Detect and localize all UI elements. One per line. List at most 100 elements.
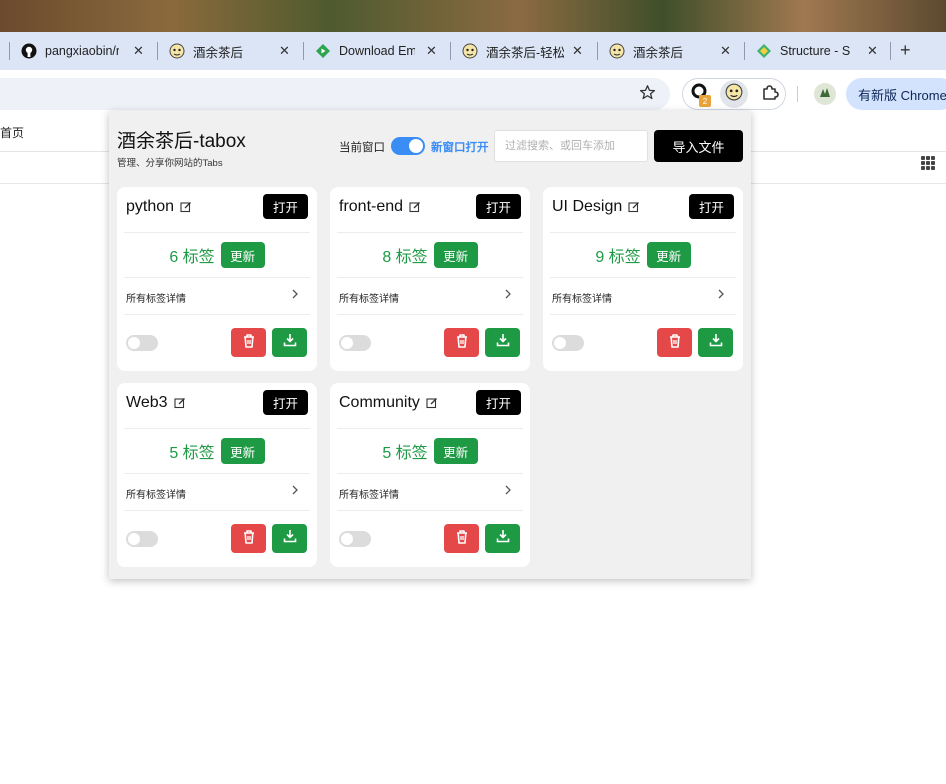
github-icon (21, 43, 37, 59)
update-group-button[interactable]: 更新 (433, 438, 478, 464)
toggle-knob (341, 533, 353, 545)
tab-separator (9, 42, 10, 60)
trash-icon (668, 333, 682, 353)
tab-details-link[interactable]: 所有标签详情 (339, 486, 515, 501)
delete-group-button[interactable] (444, 524, 479, 553)
group-card-web3: Web3 打开 5 标签 更新 所有标签详情 (117, 383, 317, 567)
group-toggle[interactable] (552, 335, 584, 351)
address-bar[interactable] (0, 78, 670, 110)
profile-avatar[interactable] (814, 83, 836, 105)
download-icon (283, 333, 297, 352)
group-toggle[interactable] (126, 531, 158, 547)
download-group-button[interactable] (485, 328, 520, 357)
open-group-button[interactable]: 打开 (476, 390, 521, 415)
tab-tabox-1[interactable]: 酒余茶后 ✕ (169, 40, 299, 62)
new-tab-button[interactable]: + (900, 40, 911, 61)
chrome-update-button[interactable]: 有新版 Chrome (846, 78, 946, 110)
import-file-button[interactable]: 导入文件 (654, 130, 743, 162)
divider (337, 232, 523, 233)
group-toggle[interactable] (339, 335, 371, 351)
update-group-button[interactable]: 更新 (220, 438, 265, 464)
divider (550, 277, 736, 278)
edit-icon[interactable] (628, 201, 640, 213)
divider (550, 232, 736, 233)
group-name: python (126, 198, 192, 216)
group-card-community: Community 打开 5 标签 更新 所有标签详情 (330, 383, 530, 567)
tab-github[interactable]: pangxiaobin/r ✕ (21, 40, 151, 62)
edit-icon[interactable] (180, 201, 192, 213)
puzzle-icon (761, 83, 779, 106)
tab-title: Download Em (339, 44, 415, 58)
tab-separator (890, 42, 891, 60)
delete-group-button[interactable] (444, 328, 479, 357)
delete-group-button[interactable] (231, 524, 266, 553)
window-mode-toggle[interactable] (391, 137, 425, 155)
tab-download[interactable]: Download Em ✕ (315, 40, 445, 62)
tab-details-link[interactable]: 所有标签详情 (126, 486, 302, 501)
download-group-button[interactable] (698, 328, 733, 357)
bookmark-home[interactable]: 首页 (0, 124, 24, 141)
trash-icon (242, 529, 256, 549)
tab-structure[interactable]: Structure - S ✕ (756, 40, 886, 62)
current-window-label: 当前窗口 (339, 142, 385, 154)
group-toggle[interactable] (339, 531, 371, 547)
tabox-popup: 酒余茶后-tabox 管理、分享你网站的Tabs 当前窗口 新窗口打开 导入文件… (109, 111, 751, 579)
tab-count: 9 标签 (595, 249, 641, 266)
open-group-button[interactable]: 打开 (476, 194, 521, 219)
apps-grid-icon[interactable] (921, 156, 935, 170)
group-name: UI Design (552, 198, 640, 216)
tab-tabox-2[interactable]: 酒余茶后-轻松 ✕ (462, 40, 592, 62)
tab-close-icon[interactable]: ✕ (572, 43, 583, 59)
tab-close-icon[interactable]: ✕ (279, 43, 290, 59)
count-row: 5 标签 更新 (330, 438, 530, 464)
tab-close-icon[interactable]: ✕ (133, 43, 144, 59)
search-input[interactable] (494, 130, 648, 162)
download-icon (283, 529, 297, 548)
tab-close-icon[interactable]: ✕ (867, 43, 878, 59)
extension-tabox-button[interactable] (720, 80, 748, 108)
count-row: 5 标签 更新 (117, 438, 317, 464)
tab-tabox-3[interactable]: 酒余茶后 ✕ (609, 40, 739, 62)
tab-title: pangxiaobin/r (45, 44, 119, 58)
update-group-button[interactable]: 更新 (433, 242, 478, 268)
open-group-button[interactable]: 打开 (263, 390, 308, 415)
download-group-button[interactable] (272, 328, 307, 357)
open-group-button[interactable]: 打开 (263, 194, 308, 219)
profile-icon (818, 85, 832, 104)
tab-details-link[interactable]: 所有标签详情 (552, 290, 728, 305)
edit-icon[interactable] (409, 201, 421, 213)
edit-icon[interactable] (426, 397, 438, 409)
chevron-right-icon (504, 484, 512, 499)
tab-title: 酒余茶后-轻松 (486, 45, 564, 60)
group-card-python: python 打开 6 标签 更新 所有标签详情 (117, 187, 317, 371)
divider (337, 314, 523, 315)
update-group-button[interactable]: 更新 (220, 242, 265, 268)
trash-icon (242, 333, 256, 353)
toggle-knob (409, 139, 423, 153)
divider (124, 510, 310, 511)
download-group-button[interactable] (485, 524, 520, 553)
tab-count: 8 标签 (382, 249, 428, 266)
update-group-button[interactable]: 更新 (646, 242, 691, 268)
open-group-button[interactable]: 打开 (689, 194, 734, 219)
toggle-knob (128, 533, 140, 545)
tab-close-icon[interactable]: ✕ (426, 43, 437, 59)
download-group-button[interactable] (272, 524, 307, 553)
structure-icon (756, 43, 772, 59)
count-row: 9 标签 更新 (543, 242, 743, 268)
delete-group-button[interactable] (657, 328, 692, 357)
tab-close-icon[interactable]: ✕ (720, 43, 731, 59)
chevron-right-icon (291, 484, 299, 499)
delete-group-button[interactable] (231, 328, 266, 357)
tab-details-link[interactable]: 所有标签详情 (126, 290, 302, 305)
extensions-menu-button[interactable] (756, 80, 784, 108)
tab-details-link[interactable]: 所有标签详情 (339, 290, 515, 305)
divider (124, 277, 310, 278)
new-window-label[interactable]: 新窗口打开 (431, 139, 489, 155)
edit-icon[interactable] (173, 397, 186, 409)
group-toggle[interactable] (126, 335, 158, 351)
group-name: Community (339, 394, 438, 412)
group-name: front-end (339, 198, 421, 216)
bookmark-star-icon[interactable] (639, 84, 656, 106)
toggle-knob (554, 337, 566, 349)
